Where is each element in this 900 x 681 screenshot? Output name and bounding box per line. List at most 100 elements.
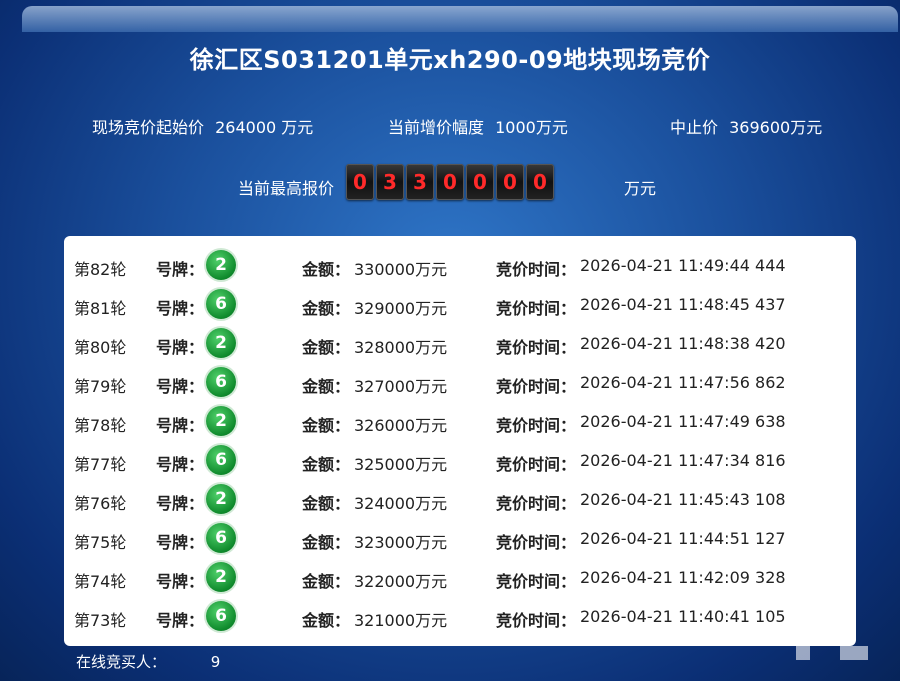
plate-label: 号牌： — [156, 572, 205, 591]
plate-label: 号牌： — [156, 299, 205, 318]
bid-amount: 325000万元 — [354, 455, 448, 474]
amount-label: 金额： — [302, 260, 351, 279]
time-label: 竞价时间： — [496, 416, 577, 435]
bid-amount: 324000万元 — [354, 494, 448, 513]
bid-round: 第80轮 — [74, 338, 127, 357]
amount-label: 金额： — [302, 494, 351, 513]
bid-amount: 322000万元 — [354, 572, 448, 591]
time-label: 竞价时间： — [496, 260, 577, 279]
time-label: 竞价时间： — [496, 611, 577, 630]
plate-label: 号牌： — [156, 611, 205, 630]
time-label: 竞价时间： — [496, 338, 577, 357]
time-label: 竞价时间： — [496, 455, 577, 474]
price-digit: 0 — [526, 164, 554, 200]
bid-round: 第79轮 — [74, 377, 127, 396]
plate-label: 号牌： — [156, 416, 205, 435]
current-price-label: 当前最高报价 — [238, 179, 335, 198]
bid-time: 2026-04-21 11:45:43 108 — [580, 490, 786, 509]
bid-amount: 321000万元 — [354, 611, 448, 630]
plate-number-badge: 6 — [206, 367, 236, 397]
time-label: 竞价时间： — [496, 377, 577, 396]
table-row: 第78轮 号牌： 2 金额： 326000万元 竞价时间： 2026-04-21… — [64, 402, 856, 441]
current-price-unit: 万元 — [624, 179, 657, 198]
plate-label: 号牌： — [156, 377, 205, 396]
plate-number-badge: 6 — [206, 601, 236, 631]
online-bidders-label: 在线竞买人： — [76, 653, 167, 671]
amount-label: 金额： — [302, 611, 351, 630]
time-label: 竞价时间： — [496, 572, 577, 591]
table-row: 第74轮 号牌： 2 金额： 322000万元 竞价时间： 2026-04-21… — [64, 558, 856, 597]
start-price-label: 现场竞价起始价 — [92, 118, 205, 137]
plate-number-badge: 2 — [206, 328, 236, 358]
table-row: 第75轮 号牌： 6 金额： 323000万元 竞价时间： 2026-04-21… — [64, 519, 856, 558]
online-bidders-count: 9 — [210, 653, 221, 671]
bid-round: 第75轮 — [74, 533, 127, 552]
table-row: 第73轮 号牌： 6 金额： 321000万元 竞价时间： 2026-04-21… — [64, 597, 856, 636]
page-title: 徐汇区S031201单元xh290-09地块现场竞价 — [189, 46, 711, 74]
bid-round: 第78轮 — [74, 416, 127, 435]
time-label: 竞价时间： — [496, 494, 577, 513]
price-digit: 0 — [466, 164, 494, 200]
amount-label: 金额： — [302, 377, 351, 396]
stop-price-info: 中止价 369600万元 — [670, 114, 822, 138]
table-row: 第76轮 号牌： 2 金额： 324000万元 竞价时间： 2026-04-21… — [64, 480, 856, 519]
price-digit-display: 0 3 3 0 0 0 0 — [346, 164, 554, 200]
amount-label: 金额： — [302, 572, 351, 591]
plate-number-badge: 6 — [206, 445, 236, 475]
amount-label: 金额： — [302, 338, 351, 357]
bid-round: 第73轮 — [74, 611, 127, 630]
bid-time: 2026-04-21 11:44:51 127 — [580, 529, 786, 548]
bid-amount: 330000万元 — [354, 260, 448, 279]
bid-time: 2026-04-21 11:47:34 816 — [580, 451, 786, 470]
bid-round: 第81轮 — [74, 299, 127, 318]
time-label: 竞价时间： — [496, 299, 577, 318]
table-row: 第82轮 号牌： 2 金额： 330000万元 竞价时间： 2026-04-21… — [64, 246, 856, 285]
time-label: 竞价时间： — [496, 533, 577, 552]
bid-time: 2026-04-21 11:40:41 105 — [580, 607, 786, 626]
plate-label: 号牌： — [156, 338, 205, 357]
price-digit: 0 — [496, 164, 524, 200]
plate-label: 号牌： — [156, 455, 205, 474]
bid-amount: 327000万元 — [354, 377, 448, 396]
price-digit: 3 — [406, 164, 434, 200]
auction-screen: 徐汇区S031201单元xh290-09地块现场竞价 现场竞价起始价 26400… — [0, 0, 900, 681]
price-digit: 0 — [436, 164, 464, 200]
stop-price-value: 369600万元 — [729, 118, 823, 137]
amount-label: 金额： — [302, 533, 351, 552]
plate-label: 号牌： — [156, 260, 205, 279]
price-digit: 3 — [376, 164, 404, 200]
bid-round: 第76轮 — [74, 494, 127, 513]
increment-info: 当前增价幅度 1000万元 — [388, 114, 568, 138]
bid-time: 2026-04-21 11:42:09 328 — [580, 568, 786, 587]
amount-label: 金额： — [302, 416, 351, 435]
amount-label: 金额： — [302, 299, 351, 318]
bid-time: 2026-04-21 11:48:45 437 — [580, 295, 786, 314]
bid-amount: 323000万元 — [354, 533, 448, 552]
current-price-row: 当前最高报价 0 3 3 0 0 0 0 万元 — [0, 164, 900, 204]
plate-number-badge: 2 — [206, 250, 236, 280]
bid-time: 2026-04-21 11:47:56 862 — [580, 373, 786, 392]
plate-number-badge: 2 — [206, 484, 236, 514]
plate-label: 号牌： — [156, 533, 205, 552]
bid-history-panel: 第82轮 号牌： 2 金额： 330000万元 竞价时间： 2026-04-21… — [64, 236, 856, 646]
table-row: 第79轮 号牌： 6 金额： 327000万元 竞价时间： 2026-04-21… — [64, 363, 856, 402]
table-row: 第80轮 号牌： 2 金额： 328000万元 竞价时间： 2026-04-21… — [64, 324, 856, 363]
plate-number-badge: 2 — [206, 406, 236, 436]
bid-amount: 328000万元 — [354, 338, 448, 357]
bid-amount: 326000万元 — [354, 416, 448, 435]
start-price-value: 264000 万元 — [215, 118, 314, 137]
increment-value: 1000万元 — [495, 118, 568, 137]
increment-label: 当前增价幅度 — [388, 118, 485, 137]
plate-number-badge: 2 — [206, 562, 236, 592]
bid-round: 第82轮 — [74, 260, 127, 279]
bid-amount: 329000万元 — [354, 299, 448, 318]
bid-time: 2026-04-21 11:47:49 638 — [580, 412, 786, 431]
plate-number-badge: 6 — [206, 523, 236, 553]
bid-time: 2026-04-21 11:48:38 420 — [580, 334, 786, 353]
plate-number-badge: 6 — [206, 289, 236, 319]
price-digit: 0 — [346, 164, 374, 200]
table-row: 第77轮 号牌： 6 金额： 325000万元 竞价时间： 2026-04-21… — [64, 441, 856, 480]
amount-label: 金额： — [302, 455, 351, 474]
table-row: 第81轮 号牌： 6 金额： 329000万元 竞价时间： 2026-04-21… — [64, 285, 856, 324]
start-price-info: 现场竞价起始价 264000 万元 — [92, 114, 313, 138]
